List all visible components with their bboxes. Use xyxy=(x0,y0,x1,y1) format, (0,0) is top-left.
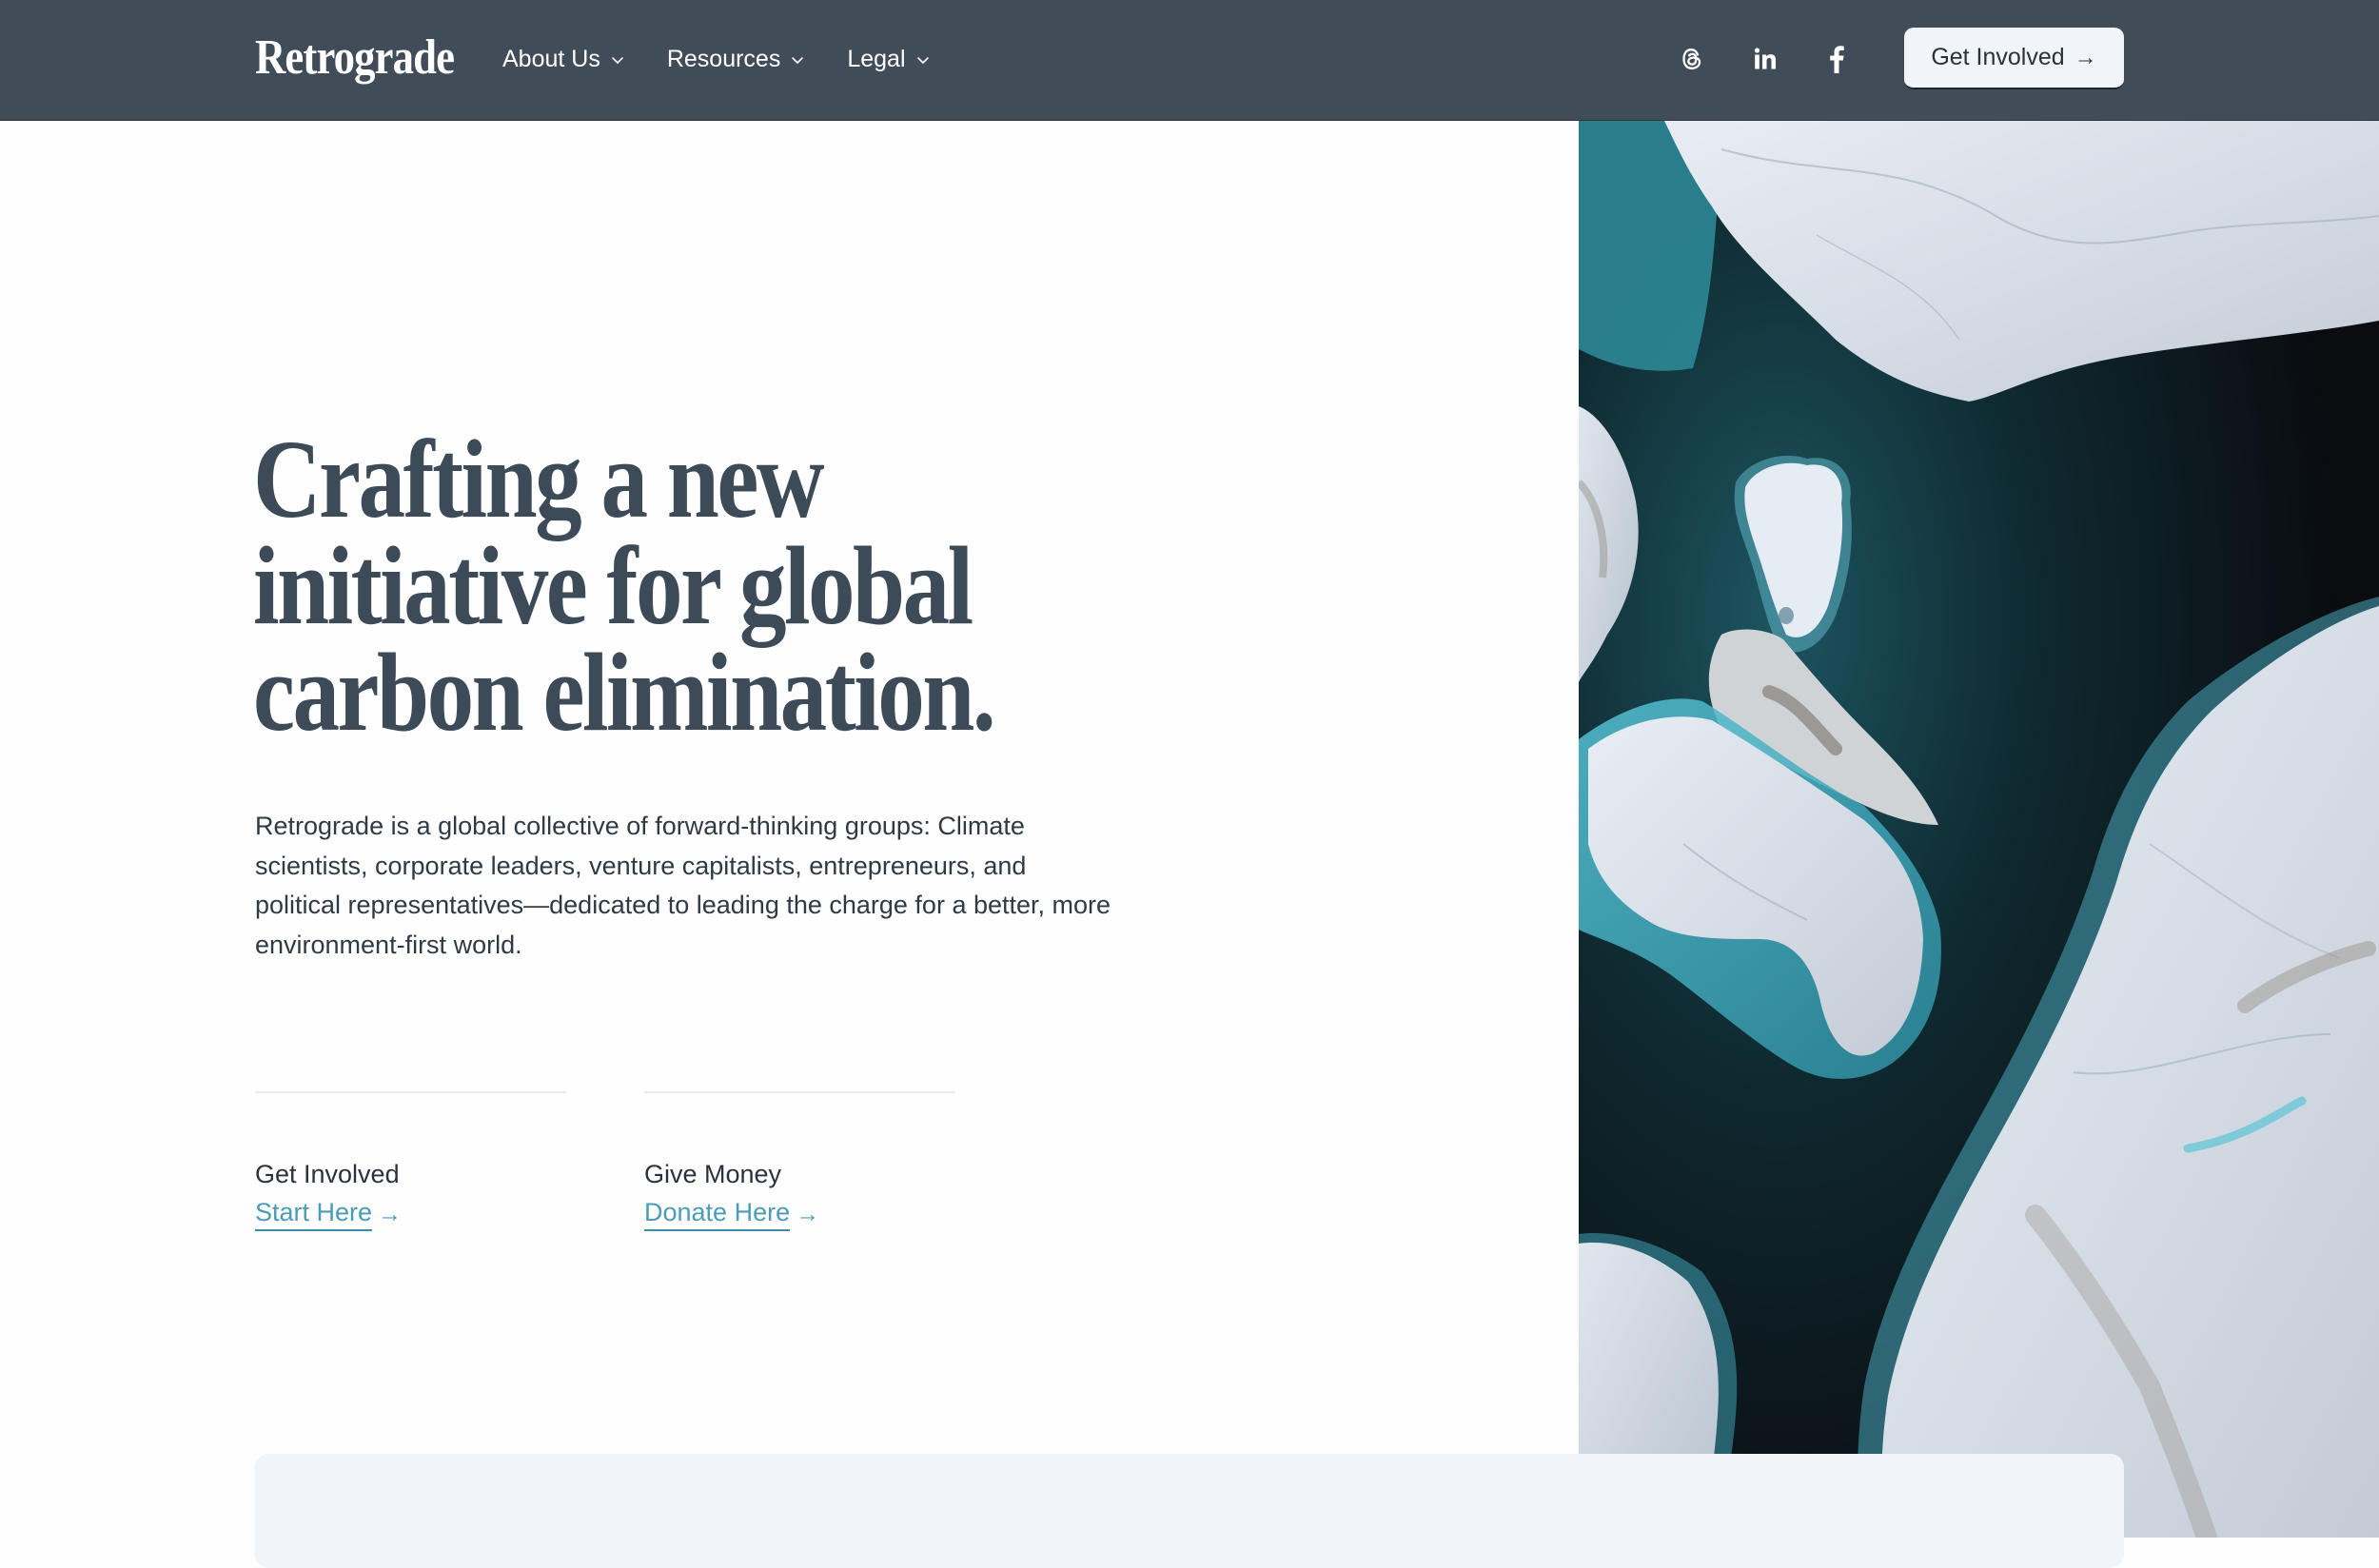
donate-here-link[interactable]: Donate Here → xyxy=(644,1196,819,1231)
nav-item-label: Legal xyxy=(847,45,906,72)
linkedin-link[interactable] xyxy=(1748,42,1782,76)
chevron-down-icon xyxy=(610,52,625,68)
chevron-down-icon xyxy=(790,52,805,68)
start-here-link[interactable]: Start Here → xyxy=(255,1196,402,1231)
give-money-block: Give Money Donate Here → xyxy=(644,1091,955,1231)
site-logo[interactable]: Retrograde xyxy=(255,29,455,88)
get-involved-label: Get Involved xyxy=(1931,44,2065,70)
headline-line: Crafting a new xyxy=(253,417,824,541)
facebook-link[interactable] xyxy=(1819,42,1854,76)
arrow-right-icon: → xyxy=(378,1200,403,1227)
facebook-icon xyxy=(1828,45,1845,73)
divider xyxy=(644,1091,955,1093)
threads-icon xyxy=(1680,46,1704,72)
get-involved-block: Get Involved Start Here → xyxy=(255,1091,566,1231)
top-navigation-bar: Retrograde About Us Resources Legal Get … xyxy=(0,0,2379,121)
start-here-label: Start Here xyxy=(255,1196,373,1231)
give-money-title: Give Money xyxy=(644,1160,782,1188)
nav-item-label: About Us xyxy=(502,45,600,72)
content-card xyxy=(255,1454,2124,1568)
nav-item-about-us[interactable]: About Us xyxy=(502,46,625,73)
arrow-right-icon: → xyxy=(2074,44,2097,70)
hero-image-icebergs xyxy=(1579,121,2379,1538)
nav-item-label: Resources xyxy=(666,45,781,72)
nav-item-resources[interactable]: Resources xyxy=(667,46,806,73)
iceberg-illustration xyxy=(1579,121,2379,1538)
hero-description: Retrograde is a global collective of for… xyxy=(255,812,1111,959)
divider xyxy=(255,1091,566,1093)
chevron-down-icon xyxy=(915,52,931,68)
headline-line: initiative for global xyxy=(253,523,973,648)
get-involved-button[interactable]: Get Involved → xyxy=(1904,28,2124,89)
arrow-right-icon: → xyxy=(796,1200,820,1227)
main-menu: About Us Resources Legal xyxy=(502,38,973,80)
get-involved-title: Get Involved xyxy=(255,1160,400,1188)
threads-link[interactable] xyxy=(1675,42,1709,76)
hero-headline: Crafting a new initiative for global car… xyxy=(253,417,1132,755)
nav-item-legal[interactable]: Legal xyxy=(847,46,930,73)
donate-here-label: Donate Here xyxy=(644,1196,791,1231)
linkedin-icon xyxy=(1753,47,1778,71)
headline-line: carbon elimination. xyxy=(253,630,996,755)
